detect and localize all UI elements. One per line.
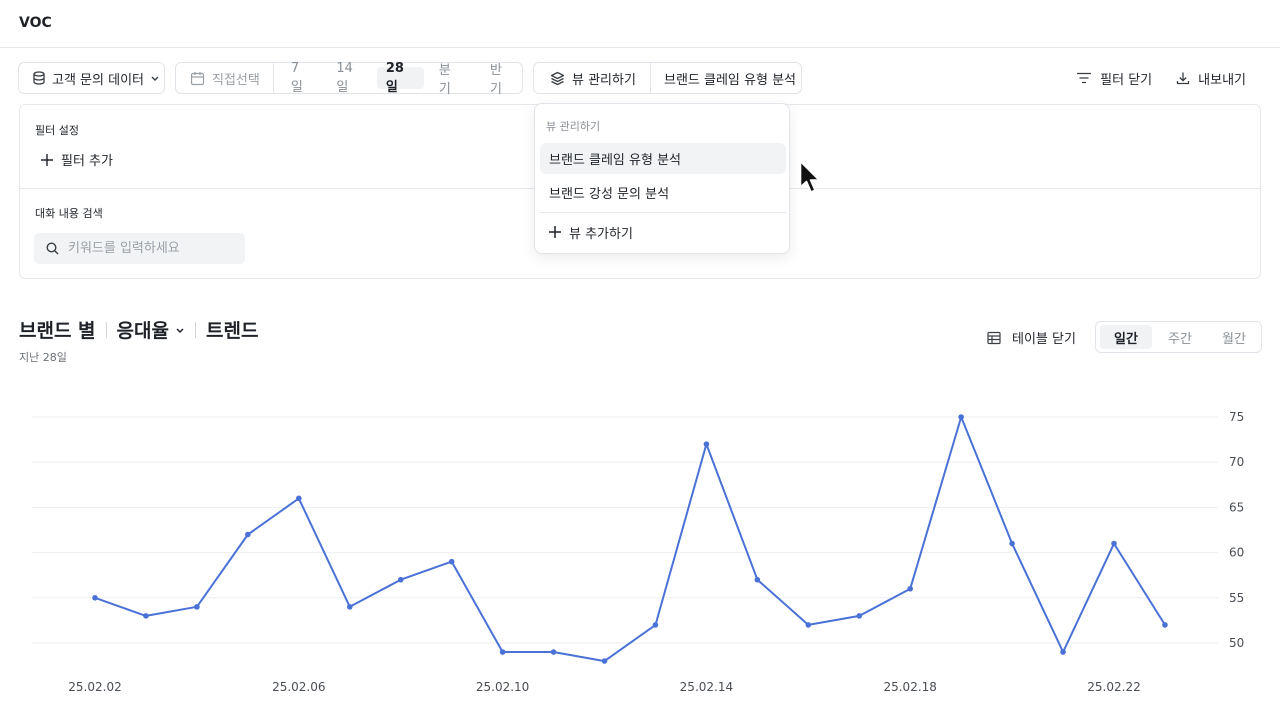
data-point	[499, 649, 506, 655]
custom-range-label: 직접선택	[212, 72, 260, 88]
data-point	[1060, 649, 1066, 655]
data-point	[703, 441, 710, 447]
data-point	[601, 658, 608, 664]
data-point	[346, 604, 353, 610]
title-divider	[195, 321, 196, 338]
database-icon	[33, 71, 45, 85]
y-tick-label: 65	[1229, 500, 1244, 514]
toolbar: 고객 문의 데이터 직접선택 7일 14일 28일 분기 반기 뷰 관리하기 브…	[0, 61, 1280, 97]
trend-line-chart: 50 55 60 65 70 75 25.02.02 25.02.06 25.02.10 25.0…	[32, 410, 1244, 694]
title-group: 브랜드 별	[19, 320, 96, 342]
data-point	[143, 613, 149, 619]
y-tick-label: 70	[1229, 455, 1244, 469]
series-line	[94, 416, 1166, 663]
add-view-label: 뷰 추가하기	[569, 226, 633, 242]
data-point	[754, 576, 761, 583]
data-point	[1111, 540, 1117, 547]
title-metric: 응대율	[116, 320, 169, 342]
export-label: 내보내기	[1198, 72, 1246, 88]
table-toggle-label: 테이블 닫기	[1012, 332, 1076, 347]
data-point	[397, 576, 404, 583]
x-tick-label: 25.02.14	[680, 680, 733, 694]
data-point	[296, 495, 302, 502]
plus-icon	[41, 153, 53, 166]
data-point	[92, 595, 98, 601]
metric-select-button[interactable]: 응대율	[117, 316, 185, 343]
view-manage-button[interactable]: 뷰 관리하기	[534, 63, 651, 93]
y-tick-label: 50	[1229, 636, 1244, 650]
data-point	[907, 585, 913, 592]
data-point	[805, 622, 812, 628]
view-manage-label: 뷰 관리하기	[572, 72, 636, 88]
title-trend: 트렌드	[206, 320, 259, 342]
data-point	[245, 531, 251, 538]
table-icon	[987, 331, 1001, 344]
granularity-daily[interactable]: 일간	[1100, 325, 1152, 349]
x-tick-label: 25.02.10	[476, 680, 529, 694]
data-point	[652, 622, 659, 628]
view-dropdown-header: 뷰 관리하기	[546, 120, 601, 133]
search-input[interactable]	[68, 241, 228, 256]
dataset-select-button[interactable]: 고객 문의 데이터	[18, 62, 165, 94]
x-tick-label: 25.02.22	[1087, 680, 1140, 694]
view-item-claim-type[interactable]: 브랜드 클레임 유형 분석	[540, 143, 786, 174]
range-half[interactable]: 반기	[481, 63, 522, 97]
right-actions: 필터 닫기 내보내기	[1076, 62, 1246, 94]
x-tick-label: 25.02.06	[272, 680, 325, 694]
view-dropdown: 뷰 관리하기 브랜드 클레임 유형 분석 브랜드 강성 문의 분석 뷰 추가하기	[534, 103, 790, 254]
close-filter-button[interactable]: 필터 닫기	[1076, 69, 1152, 88]
layers-icon	[550, 71, 565, 85]
data-point	[448, 558, 455, 565]
data-point	[856, 613, 863, 619]
y-tick-label: 60	[1229, 546, 1244, 560]
search-label: 대화 내용 검색	[35, 207, 103, 220]
data-point	[958, 414, 964, 420]
top-bar: VOC	[0, 0, 1280, 48]
custom-range-button[interactable]: 직접선택	[176, 63, 274, 93]
x-tick-label: 25.02.18	[883, 680, 936, 694]
search-box	[34, 233, 245, 264]
filter-lines-icon	[1077, 72, 1092, 84]
x-tick-label: 25.02.02	[68, 680, 121, 694]
data-point	[1162, 622, 1168, 628]
add-view-button[interactable]: 뷰 추가하기	[549, 221, 633, 243]
current-view-button[interactable]: 브랜드 클레임 유형 분석	[651, 69, 796, 88]
filter-settings-label: 필터 설정	[35, 124, 79, 137]
y-tick-label: 55	[1229, 591, 1244, 605]
data-point	[194, 604, 200, 610]
mouse-cursor-icon	[799, 160, 820, 193]
granularity-monthly[interactable]: 월간	[1208, 325, 1260, 349]
data-point	[1009, 540, 1015, 547]
view-group: 뷰 관리하기 브랜드 클레임 유형 분석	[533, 62, 802, 94]
section-title: 브랜드 별 응대율 트렌드	[19, 316, 258, 343]
dataset-label: 고객 문의 데이터	[52, 72, 144, 88]
y-tick-label: 75	[1229, 410, 1244, 424]
download-icon	[1177, 72, 1190, 85]
granularity-group: 일간 주간 월간	[1095, 321, 1262, 353]
export-button[interactable]: 내보내기	[1176, 69, 1246, 88]
title-divider	[105, 321, 107, 338]
range-quarter[interactable]: 분기	[430, 63, 471, 97]
range-14d[interactable]: 14일	[327, 61, 372, 95]
table-toggle-button[interactable]: 테이블 닫기	[987, 328, 1076, 347]
add-filter-button[interactable]: 필터 추가	[41, 150, 113, 169]
date-range-group: 직접선택 7일 14일 28일 분기 반기	[175, 61, 523, 97]
data-point	[550, 649, 557, 655]
calendar-icon	[190, 71, 205, 85]
range-7d[interactable]: 7일	[282, 61, 320, 95]
plus-icon	[549, 226, 561, 238]
section-subtitle: 지난 28일	[19, 351, 67, 364]
add-filter-label: 필터 추가	[61, 154, 113, 169]
granularity-weekly[interactable]: 주간	[1154, 325, 1206, 349]
view-dropdown-divider	[540, 212, 786, 213]
chevron-down-icon	[151, 76, 159, 81]
range-28d[interactable]: 28일	[376, 61, 424, 95]
view-item-strong-inquiry[interactable]: 브랜드 강성 문의 분석	[540, 177, 786, 208]
app-title: VOC	[19, 15, 52, 31]
search-icon	[46, 242, 59, 255]
close-filter-label: 필터 닫기	[1100, 72, 1153, 88]
chevron-down-icon	[176, 327, 184, 333]
